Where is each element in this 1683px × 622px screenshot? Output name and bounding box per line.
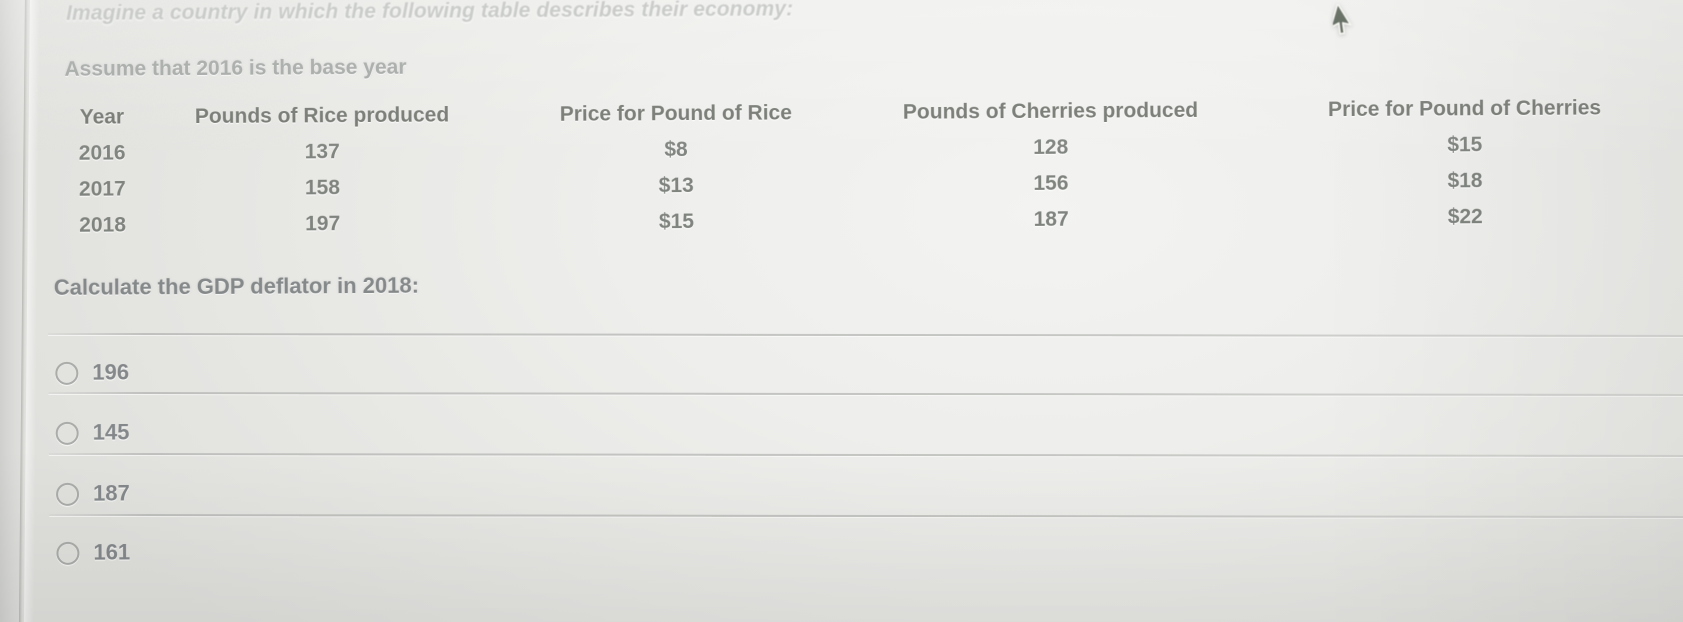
option-divider (49, 513, 1683, 518)
option-label: 145 (92, 419, 130, 445)
cell-cherry-price: $18 (1447, 169, 1483, 193)
cell-rice-qty: 197 (305, 212, 341, 236)
option-row-0[interactable]: 196 (55, 357, 129, 387)
question-content: Imagine a country in which the following… (0, 0, 1683, 622)
cell-cherry-qty: 187 (1033, 207, 1069, 231)
cell-cherry-qty: 156 (1033, 171, 1069, 195)
cell-year: 2018 (79, 213, 127, 237)
prompt-line-2: Assume that 2016 is the base year (64, 55, 407, 81)
cell-rice-price: $15 (658, 210, 695, 234)
economy-table-wrapper: Year Pounds of Rice produced Price for P… (0, 90, 1683, 244)
economy-table: Year Pounds of Rice produced Price for P… (55, 90, 1683, 244)
cell-cherry-price: $22 (1447, 205, 1483, 229)
cell-rice-price: $13 (658, 174, 694, 198)
option-divider (48, 332, 1683, 337)
option-row-3[interactable]: 161 (56, 537, 130, 567)
column-header-cherry-qty: Pounds of Cherries produced (902, 98, 1199, 124)
cell-cherry-price: $15 (1447, 133, 1483, 157)
radio-button-icon[interactable] (55, 361, 79, 385)
option-divider (48, 391, 1683, 396)
column-header-year: Year (79, 105, 125, 129)
option-divider (48, 452, 1683, 457)
column-header-rice-qty: Pounds of Rice produced (194, 103, 450, 129)
option-label: 161 (93, 539, 131, 565)
cell-year: 2016 (78, 141, 126, 165)
cell-rice-qty: 137 (304, 140, 340, 164)
radio-button-icon[interactable] (55, 482, 80, 506)
cell-rice-qty: 158 (304, 176, 341, 200)
option-label: 187 (92, 480, 130, 506)
cell-year: 2017 (78, 177, 126, 201)
option-label: 196 (92, 359, 130, 385)
photographed-screen-surface: Imagine a country in which the following… (0, 0, 1683, 622)
option-row-2[interactable]: 187 (55, 478, 130, 508)
prompt-line-1: Imagine a country in which the following… (66, 0, 794, 25)
column-header-rice-price: Price for Pound of Rice (559, 101, 792, 126)
question-prompt: Calculate the GDP deflator in 2018: (53, 272, 420, 300)
column-header-cherry-price: Price for Pound of Cherries (1327, 96, 1602, 122)
radio-button-icon[interactable] (55, 421, 79, 445)
cell-rice-price: $8 (664, 138, 688, 162)
radio-button-icon[interactable] (56, 541, 80, 565)
cell-cherry-qty: 128 (1033, 135, 1069, 159)
option-row-1[interactable]: 145 (55, 417, 130, 447)
